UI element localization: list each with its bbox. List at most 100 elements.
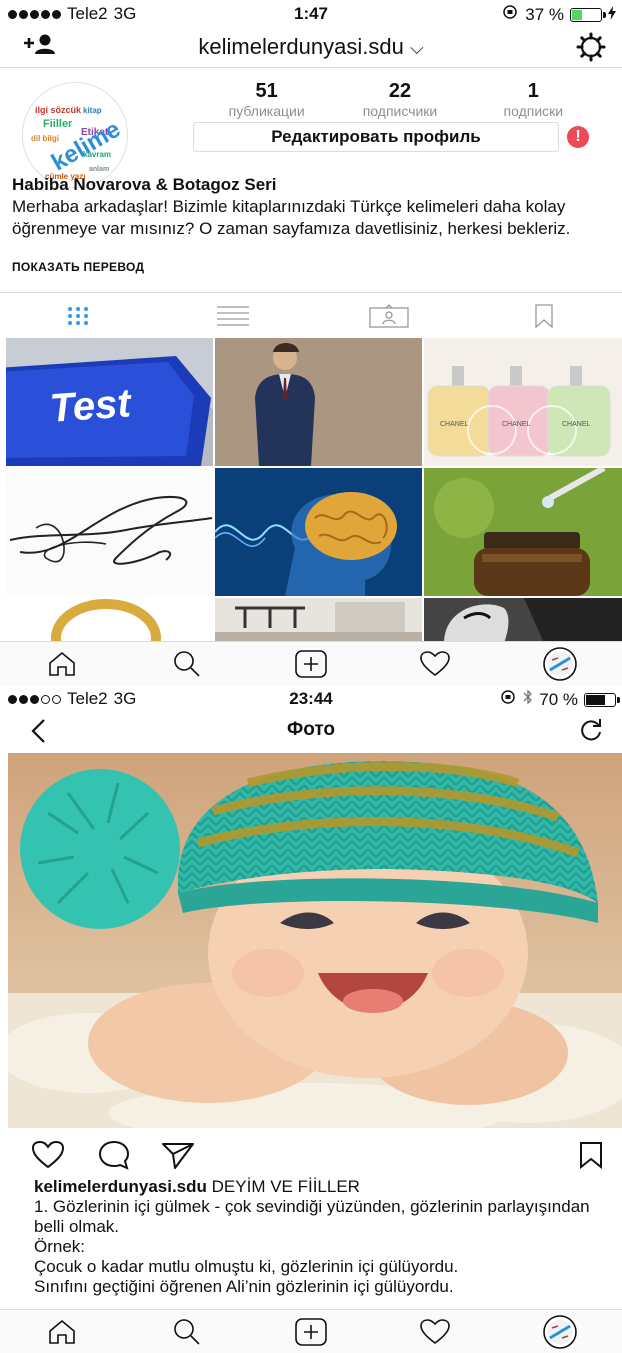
photo-post-screen: Tele2 3G 23:44 70 % Фото kelimelerdunyas… [0, 685, 622, 1353]
tagged-photos-tab[interactable] [311, 293, 467, 338]
comment-bubble-icon[interactable] [96, 1139, 132, 1171]
profile-header: kelimelerdunyasi.sdu ⌵ [0, 26, 622, 68]
alert-icon[interactable]: ! [567, 126, 589, 148]
profile-avatar-icon [543, 646, 577, 681]
share-send-icon[interactable] [160, 1139, 196, 1171]
post-photo-baby[interactable] [8, 753, 622, 1128]
following-label: подписки [503, 103, 564, 119]
orientation-lock-icon [499, 689, 517, 710]
settings-gear-icon[interactable] [574, 30, 608, 64]
tagged-user-icon [369, 303, 409, 328]
post-caption: kelimelerdunyasi.sdu DEYİM VE FİİLLER 1.… [34, 1177, 604, 1297]
bookmark-icon [535, 303, 553, 328]
refresh-icon[interactable] [576, 715, 606, 745]
caption-heading: DEYİM VE FİİLLER [211, 1177, 360, 1196]
post-thumbnail-brain[interactable] [215, 468, 422, 596]
profile-tab[interactable] [498, 642, 622, 685]
post-thumbnail-test-key[interactable]: Test [6, 338, 213, 466]
show-translation-link[interactable]: ПОКАЗАТЬ ПЕРЕВОД [12, 260, 144, 274]
activity-tab[interactable] [373, 1310, 497, 1353]
profile-avatar-icon [543, 1314, 577, 1349]
avatar-word: Fiiller [43, 118, 73, 130]
profile-bio: Habiba Novarova & Botagoz Seri Merhaba a… [12, 174, 612, 240]
activity-tab[interactable] [373, 642, 497, 685]
post-thumbnail-face-bw[interactable] [424, 598, 622, 643]
home-tab[interactable] [0, 642, 124, 685]
new-post-tab[interactable] [249, 642, 373, 685]
caption-line: Örnek: [34, 1237, 86, 1256]
posts-value: 51 [255, 80, 278, 102]
profile-tab[interactable] [498, 1310, 622, 1353]
bottom-tab-bar [0, 641, 622, 685]
caption-line: 1. Gözlerinin içi gülmek - çok sevindiği… [34, 1197, 590, 1236]
add-post-icon [295, 1317, 327, 1346]
posts-label: публикации [228, 103, 305, 119]
perfume-label: CHANEL [562, 421, 591, 428]
followers-value: 22 [388, 80, 412, 102]
posts-grid: Test CHANEL CHANEL CHANEL [6, 338, 622, 643]
profile-avatar[interactable]: ilgi sözcük Fiiller Etiket dil bilgi kel… [22, 82, 128, 188]
caption-username[interactable]: kelimelerdunyasi.sdu [34, 1177, 207, 1196]
charging-icon [608, 5, 616, 25]
account-switcher[interactable]: kelimelerdunyasi.sdu ⌵ [0, 34, 622, 60]
chevron-down-icon: ⌵ [409, 38, 424, 58]
battery-icon [570, 7, 606, 22]
battery-percent: 37 % [525, 4, 564, 24]
post-thumbnail-man-suit[interactable] [215, 338, 422, 466]
post-thumbnail-ring[interactable] [6, 598, 213, 643]
caption-line: Çocuk o kadar mutlu olmuştu ki, gözlerin… [34, 1257, 459, 1276]
profile-screen: Tele2 3G 1:47 37 % kelimelerdunyasi.sdu … [0, 0, 622, 685]
post-thumbnail-dropper[interactable] [424, 468, 622, 596]
test-key-label: Test [48, 381, 133, 431]
followers-label: подписчики [362, 103, 438, 119]
svg-text:kitap: kitap [83, 106, 102, 115]
saved-tab[interactable] [467, 293, 622, 338]
svg-text:dil bilgi: dil bilgi [31, 134, 59, 143]
post-actions [0, 1137, 622, 1173]
new-post-tab[interactable] [249, 1310, 373, 1353]
add-post-icon [295, 649, 327, 678]
following-value: 1 [527, 80, 539, 102]
list-icon [217, 305, 250, 326]
bio-text: Merhaba arkadaşlar! Bizimle kitaplarınız… [12, 197, 571, 238]
followers-count[interactable]: 22 подписчики [333, 80, 466, 119]
status-bar: Tele2 3G 1:47 37 % [0, 0, 622, 26]
like-heart-icon[interactable] [30, 1139, 66, 1171]
svg-text:kavram: kavram [83, 150, 111, 159]
profile-info: ilgi sözcük Fiiller Etiket dil bilgi kel… [0, 70, 622, 290]
battery-percent: 70 % [539, 689, 578, 709]
perfume-label: CHANEL [440, 421, 469, 428]
heart-icon [420, 650, 451, 676]
page-title: Фото [286, 719, 335, 740]
save-bookmark-icon[interactable] [576, 1139, 606, 1171]
caption-line: Sınıfını geçtiğini öğrenen Ali’nin gözle… [34, 1277, 454, 1296]
profile-stats: 51 публикации 22 подписчики 1 подписки [200, 80, 600, 119]
search-tab[interactable] [124, 1310, 248, 1353]
svg-text:ilgi sözcük: ilgi sözcük [35, 105, 82, 115]
orientation-lock-icon [501, 4, 519, 25]
posts-count[interactable]: 51 публикации [200, 80, 333, 119]
bottom-tab-bar [0, 1309, 622, 1353]
profile-view-tabs [0, 292, 622, 338]
list-view-tab[interactable] [156, 293, 312, 338]
home-tab[interactable] [0, 1310, 124, 1353]
following-count[interactable]: 1 подписки [467, 80, 600, 119]
perfume-label: CHANEL [502, 421, 531, 428]
search-icon [173, 1318, 200, 1345]
post-thumbnail-signature[interactable] [6, 468, 213, 596]
bluetooth-icon [523, 689, 533, 710]
status-bar: Tele2 3G 23:44 70 % [0, 685, 622, 711]
search-tab[interactable] [124, 642, 248, 685]
home-icon [49, 651, 76, 676]
post-thumbnail-room[interactable] [215, 598, 422, 643]
search-icon [173, 650, 200, 677]
edit-profile-button[interactable]: Редактировать профиль [193, 122, 559, 152]
grid-icon [67, 306, 88, 325]
svg-text:anlam: anlam [89, 166, 109, 173]
home-icon [49, 1319, 76, 1344]
post-thumbnail-perfume[interactable]: CHANEL CHANEL CHANEL [424, 338, 622, 466]
battery-icon [584, 692, 620, 707]
photo-header: Фото [0, 711, 622, 751]
grid-view-tab[interactable] [0, 293, 156, 338]
username-title: kelimelerdunyasi.sdu [198, 34, 404, 59]
